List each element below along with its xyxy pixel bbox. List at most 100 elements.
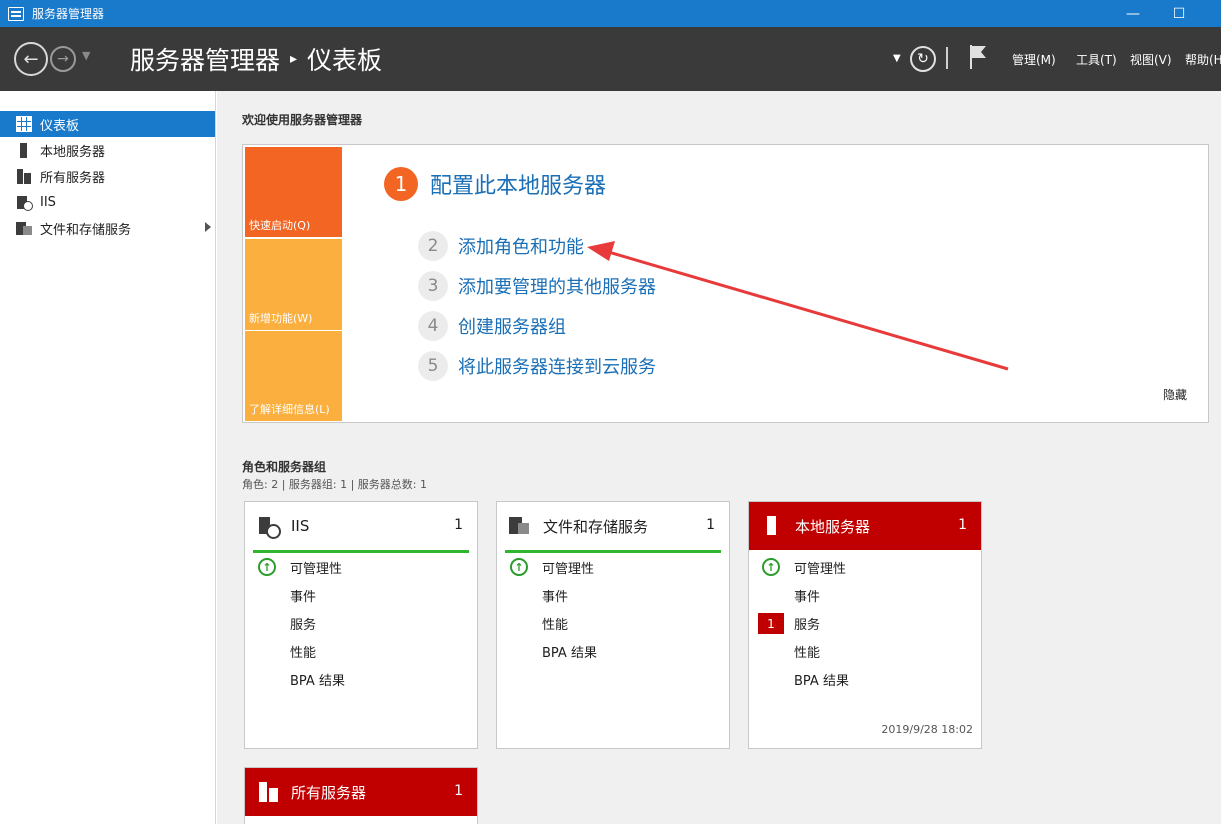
bpa-row[interactable]: BPA 结果 [497,637,729,665]
back-button[interactable]: ← [14,42,48,76]
row-label: 性能 [794,645,821,661]
whats-new-tile[interactable]: 新增功能(W) [245,239,342,330]
expand-arrow-icon[interactable] [205,222,211,232]
breadcrumb-separator-icon: ▸ [290,51,298,67]
iis-card[interactable]: IIS 1 ↑ 可管理性 事件 服务 性能 BPA 结果 [244,501,478,749]
history-dropdown-icon[interactable]: ▼ [82,49,90,62]
menu-help[interactable]: 帮助(H) [1185,51,1221,68]
bpa-row[interactable]: BPA 结果 [245,665,477,693]
sidebar-item-label: 仪表板 [40,118,80,134]
sidebar-item-label: 所有服务器 [40,170,106,186]
row-label: BPA 结果 [794,673,849,689]
welcome-title: 欢迎使用服务器管理器 [242,113,363,127]
events-row[interactable]: 事件 [497,581,729,609]
row-label: 可管理性 [794,561,847,577]
minimize-button[interactable]: — [1110,0,1156,27]
dashboard-main: 欢迎使用服务器管理器 快速启动(Q) 新增功能(W) 了解详细信息(L) 1 配… [217,91,1221,824]
sidebar-item-label: 文件和存储服务 [40,222,132,238]
app-header: ← → ▼ 服务器管理器 ▸ 仪表板 ▼ ↻ 管理(M) 工具(T) 视图(V)… [0,27,1221,91]
row-label: 事件 [290,589,317,605]
performance-row[interactable]: 性能 [497,609,729,637]
breadcrumb-root[interactable]: 服务器管理器 [130,41,280,77]
iis-icon [16,194,33,211]
events-row[interactable]: 事件 [749,581,981,609]
row-label: 事件 [542,589,569,605]
services-row[interactable]: 1 服务 [749,609,981,637]
card-header[interactable]: 所有服务器 1 [245,768,477,816]
sidebar-item-dashboard[interactable]: 仪表板 [0,111,215,137]
row-label: 性能 [290,645,317,661]
create-server-group-step[interactable]: 4 创建服务器组 [418,311,566,341]
card-title: IIS [291,517,310,535]
local-server-card[interactable]: 本地服务器 1 ↑ 可管理性 事件 1 服务 性能 BPA 结果 2019/9/28… [748,501,982,749]
card-title: 本地服务器 [795,517,871,536]
performance-row[interactable]: 性能 [245,637,477,665]
step-label: 将此服务器连接到云服务 [458,357,656,378]
sidebar-item-iis[interactable]: IIS [0,189,215,215]
hide-welcome-link[interactable]: 隐藏 [1163,386,1187,403]
breadcrumb-current: 仪表板 [307,46,383,75]
step-number: 5 [418,351,448,381]
card-count: 1 [454,783,463,799]
menu-manage[interactable]: 管理(M) [1012,51,1056,68]
tile-label: 快速启动(Q) [249,219,311,232]
refresh-icon: ↻ [917,51,929,67]
notifications-flag-icon[interactable] [968,43,988,71]
configure-local-server-step[interactable]: 1 配置此本地服务器 [384,167,606,201]
iis-icon [257,514,281,539]
manageability-row[interactable]: ↑ 可管理性 [245,553,477,581]
arrow-right-icon: → [57,51,69,67]
performance-row[interactable]: 性能 [749,637,981,665]
file-storage-icon [509,514,533,538]
services-row[interactable]: 服务 [245,609,477,637]
menu-view[interactable]: 视图(V) [1130,51,1172,68]
connect-cloud-step[interactable]: 5 将此服务器连接到云服务 [418,351,656,381]
events-row[interactable]: 事件 [245,581,477,609]
maximize-button[interactable]: ☐ [1156,0,1202,27]
arrow-left-icon: ← [23,48,39,70]
file-storage-card[interactable]: 文件和存储服务 1 ↑ 可管理性 事件 性能 BPA 结果 [496,501,730,749]
add-roles-features-step[interactable]: 2 添加角色和功能 [418,231,584,261]
row-label: 可管理性 [290,561,343,577]
ok-arrow-icon: ↑ [762,558,780,576]
sidebar-item-file-storage[interactable]: 文件和存储服务 [0,215,215,241]
row-label: 服务 [794,617,821,633]
sidebar: 仪表板 本地服务器 所有服务器 IIS 文件和存储服务 [0,91,216,824]
breadcrumb-dropdown-icon[interactable]: ▼ [893,53,901,64]
add-other-servers-step[interactable]: 3 添加要管理的其他服务器 [418,271,656,301]
card-header[interactable]: IIS 1 [245,502,477,550]
all-servers-card[interactable]: 所有服务器 1 [244,767,478,824]
server-icon [761,514,785,538]
step-label: 配置此本地服务器 [430,174,607,199]
step-label: 创建服务器组 [458,317,566,338]
tile-label: 了解详细信息(L) [249,403,330,416]
manageability-row[interactable]: ↑ 可管理性 [749,553,981,581]
sidebar-item-local-server[interactable]: 本地服务器 [0,137,215,163]
card-count: 1 [958,517,967,533]
step-label: 添加角色和功能 [458,237,584,258]
step-number: 1 [384,167,418,201]
row-label: 服务 [290,617,317,633]
title-bar: 服务器管理器 — ☐ [0,0,1221,27]
tile-label: 新增功能(W) [249,312,313,325]
header-divider [946,47,948,69]
bpa-row[interactable]: BPA 结果 [749,665,981,693]
breadcrumb: 服务器管理器 ▸ 仪表板 [130,41,382,77]
learn-more-tile[interactable]: 了解详细信息(L) [245,331,342,421]
roles-summary: 角色: 2 | 服务器组: 1 | 服务器总数: 1 [242,478,428,491]
dashboard-grid-icon [16,116,32,132]
welcome-panel: 快速启动(Q) 新增功能(W) 了解详细信息(L) 1 配置此本地服务器 2 添… [242,144,1209,423]
refresh-button[interactable]: ↻ [910,46,936,72]
quick-start-tile[interactable]: 快速启动(Q) [245,147,342,237]
manageability-row[interactable]: ↑ 可管理性 [497,553,729,581]
card-header[interactable]: 文件和存储服务 1 [497,502,729,550]
card-header[interactable]: 本地服务器 1 [749,502,981,550]
card-title: 所有服务器 [291,783,367,802]
roles-section-title: 角色和服务器组 [242,460,327,474]
forward-button[interactable]: → [50,46,76,72]
row-label: 性能 [542,617,569,633]
servers-icon [16,168,32,184]
sidebar-item-label: IIS [40,194,56,210]
menu-tools[interactable]: 工具(T) [1076,51,1117,68]
sidebar-item-all-servers[interactable]: 所有服务器 [0,163,215,189]
